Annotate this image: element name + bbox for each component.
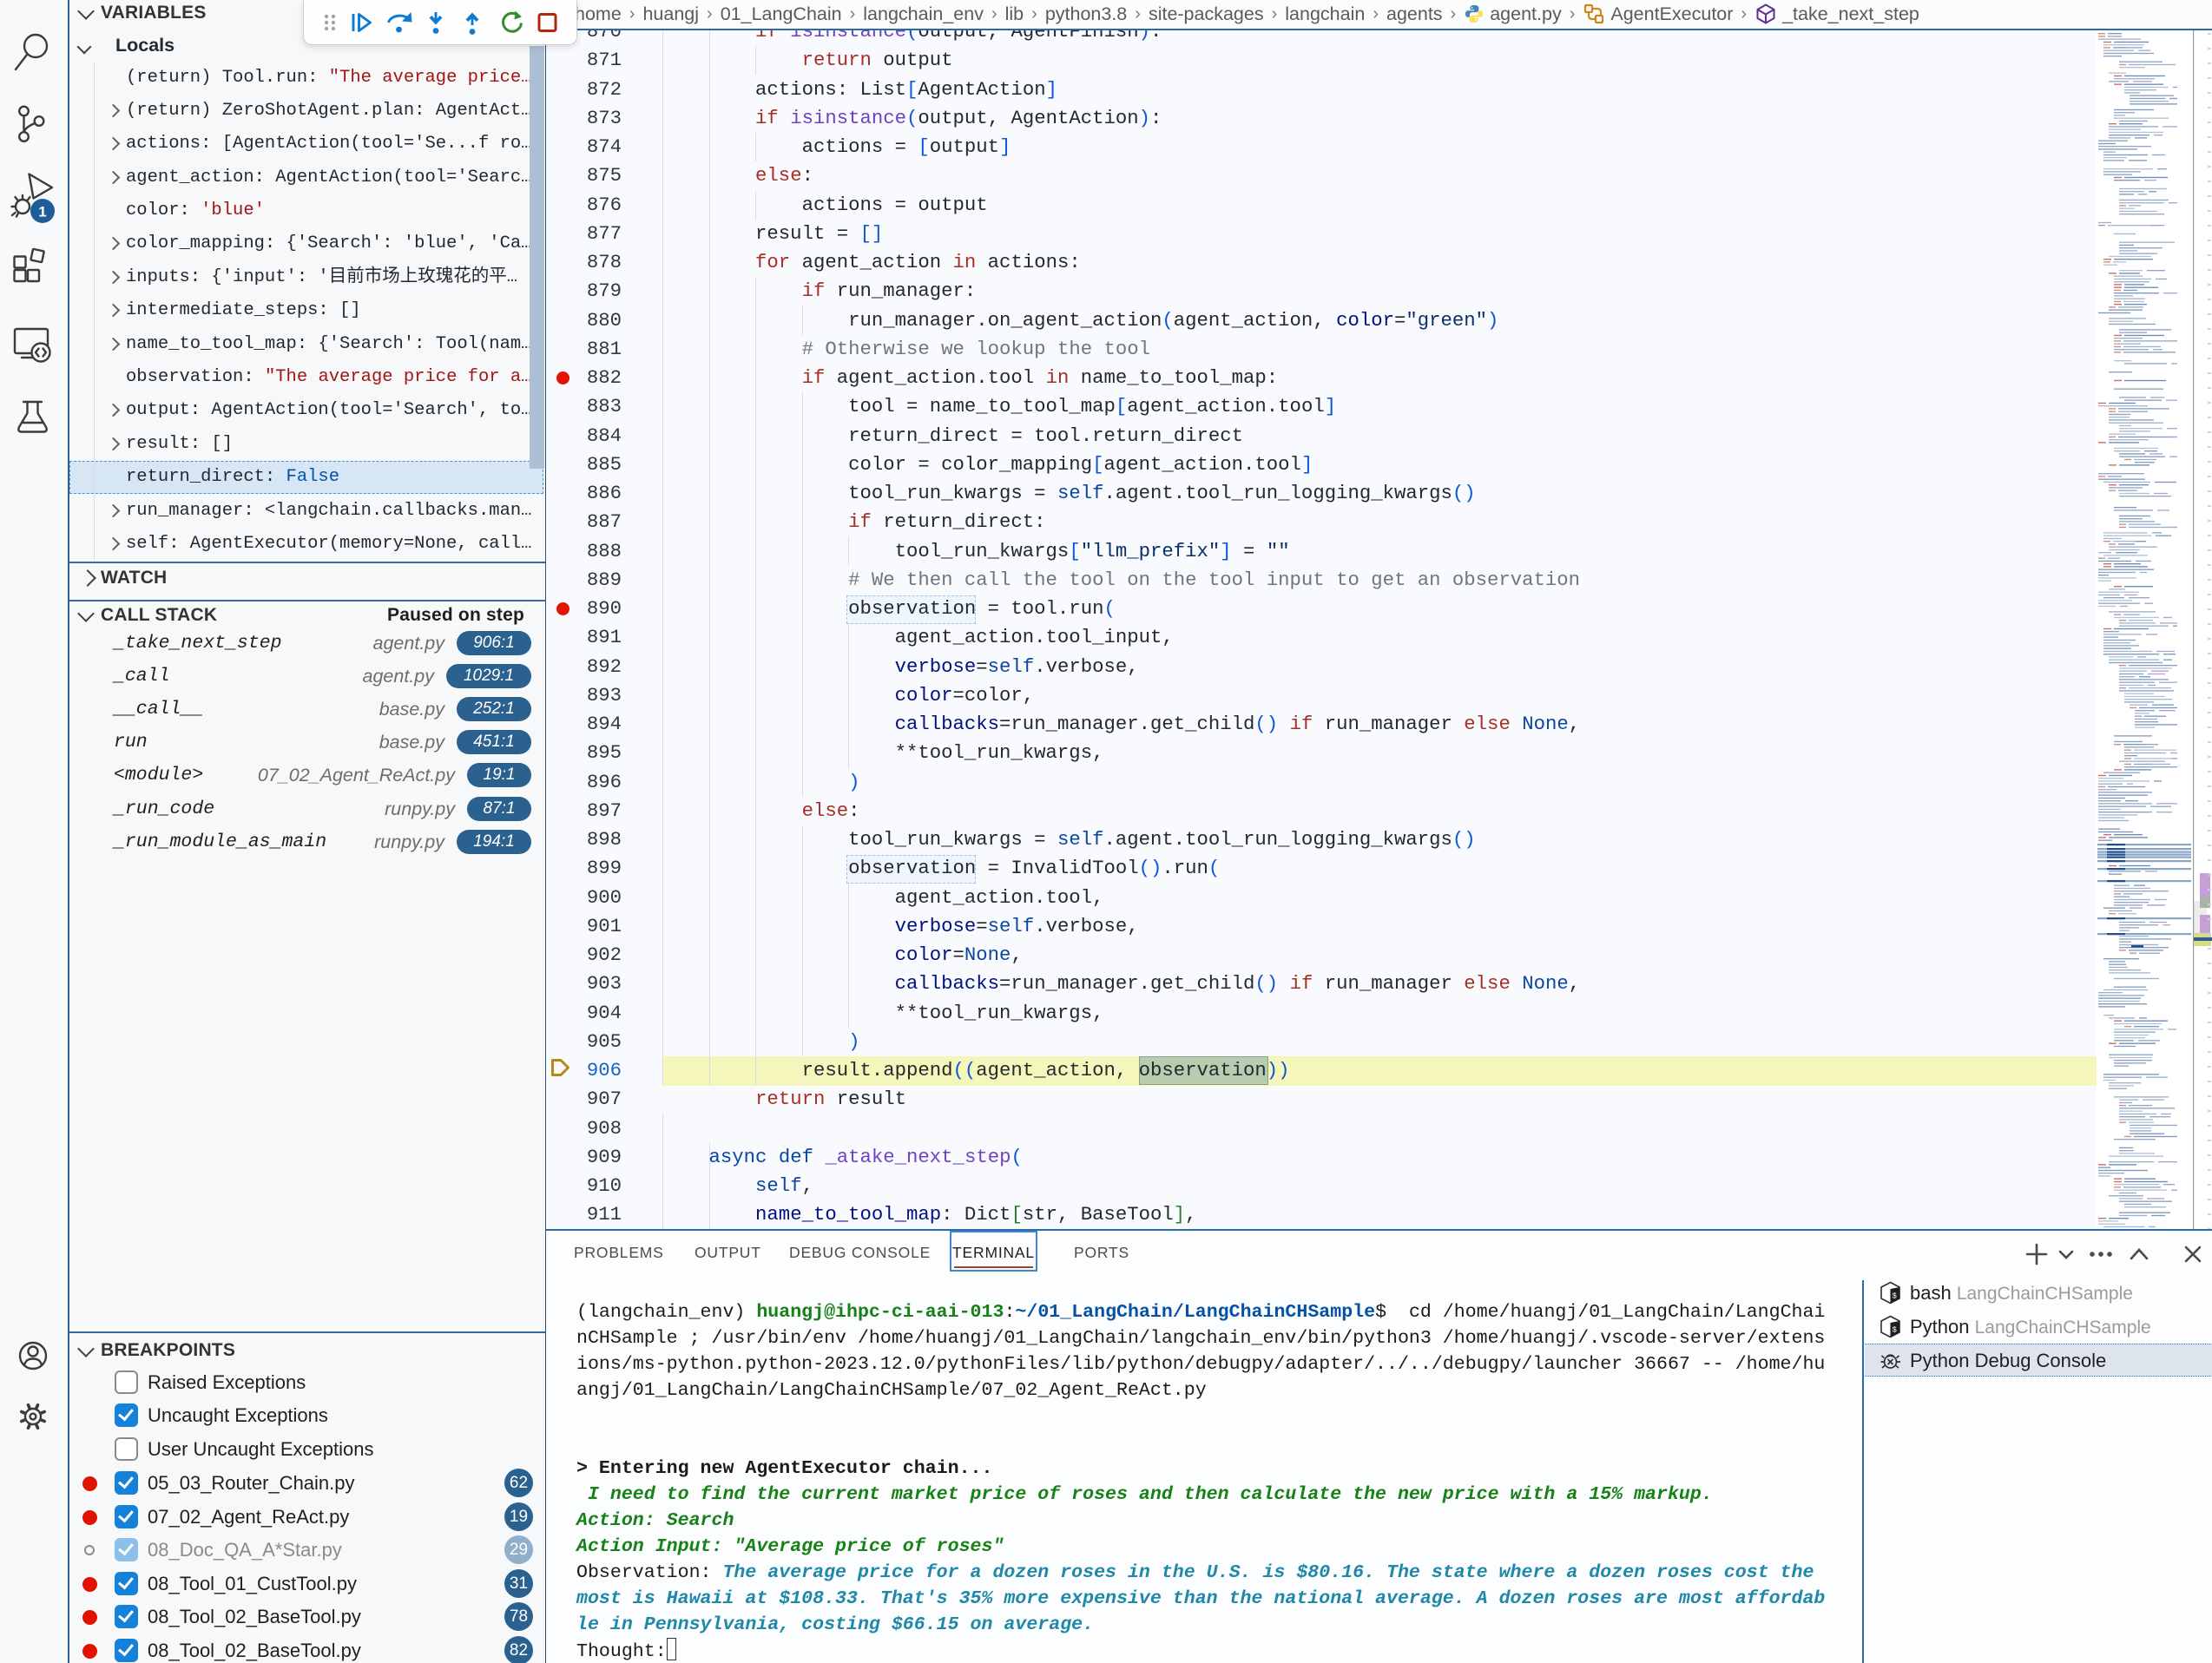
svg-text:$: $ [1893, 1292, 1898, 1301]
svg-text:$: $ [1893, 1326, 1898, 1335]
svg-text:1: 1 [38, 204, 46, 220]
